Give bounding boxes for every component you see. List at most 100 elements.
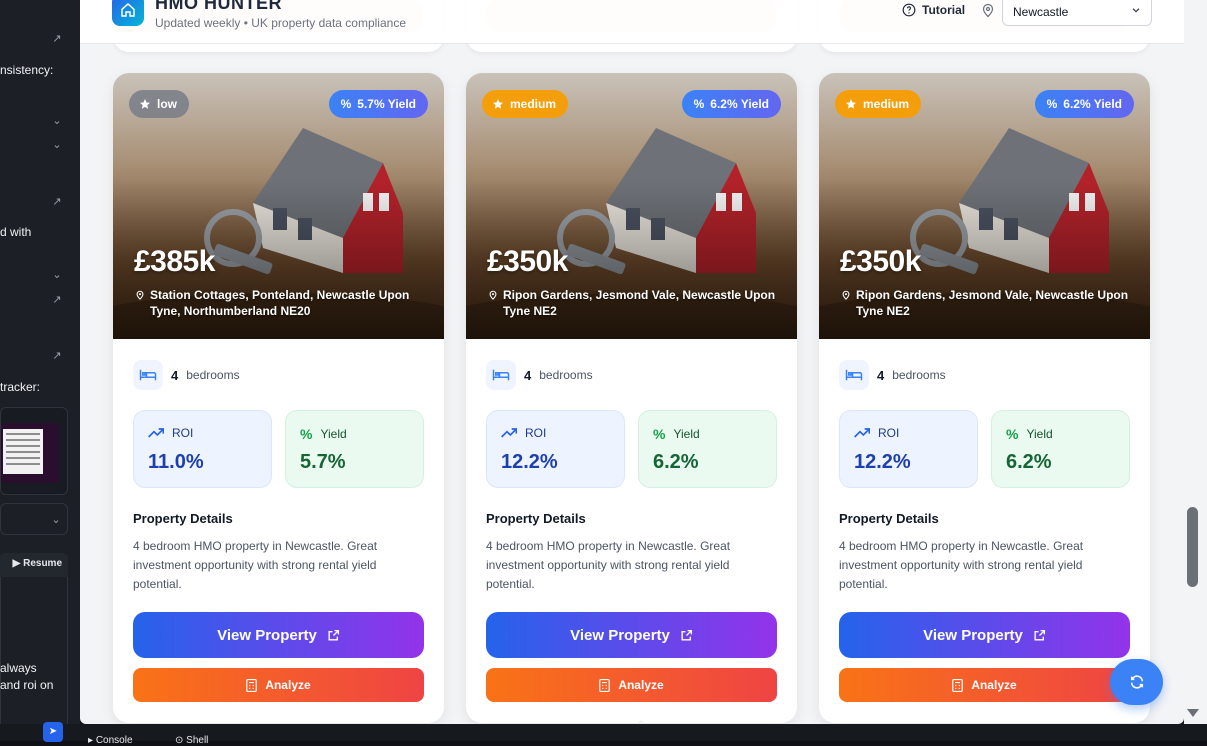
chat-snippet: always <box>0 661 37 675</box>
risk-badge: low <box>129 90 189 118</box>
property-card: low % 5.7% Yield £385k Station Cottages,… <box>113 73 444 723</box>
external-link-icon[interactable]: ↗ <box>50 293 64 307</box>
risk-label: medium <box>863 97 910 111</box>
resume-button[interactable]: ▶ Resume <box>13 558 62 569</box>
roi-value: 12.2% <box>854 451 911 473</box>
external-link-icon[interactable]: ↗ <box>50 195 64 209</box>
yield-badge: % 6.2% Yield <box>1034 90 1134 118</box>
calculator-icon <box>246 678 258 692</box>
ide-dropdown[interactable]: ⌄ <box>0 503 68 535</box>
screenshot-thumbnail[interactable] <box>0 407 68 495</box>
percent-icon: % <box>340 97 352 111</box>
property-address: Station Cottages, Ponteland, Newcastle U… <box>135 287 425 319</box>
scroll-down-arrow[interactable] <box>1187 709 1199 717</box>
risk-label: medium <box>510 97 557 111</box>
yield-value: 5.7% <box>300 451 346 473</box>
scrollbar-thumb[interactable] <box>1187 507 1198 587</box>
percent-icon: % <box>300 426 313 442</box>
trending-up-icon <box>148 428 164 438</box>
roi-metric: ROI 12.2% <box>839 410 978 488</box>
property-address: Ripon Gardens, Jesmond Vale, Newcastle U… <box>841 287 1131 319</box>
details-text: 4 bedroom HMO property in Newcastle. Gre… <box>839 539 1084 591</box>
web-preview: low % 5.7% Yield £385k Station Cottages,… <box>80 0 1184 724</box>
refresh-button[interactable] <box>1110 659 1163 705</box>
analyze-button[interactable]: Analyze <box>133 668 424 702</box>
chat-snippet: nsistency: <box>0 63 54 77</box>
yield-metric: % Yield 6.2% <box>991 410 1130 488</box>
property-image: medium % 6.2% Yield £350k Ripon Gardens,… <box>466 73 797 339</box>
chevron-down-icon[interactable]: ⌄ <box>50 268 64 282</box>
tutorial-button[interactable]: Tutorial <box>902 3 965 17</box>
yield-badge-label: 6.2% Yield <box>1063 97 1122 111</box>
map-pin-icon <box>842 290 850 300</box>
star-icon <box>140 99 150 109</box>
ide-chat-panel: ↗ nsistency: ⌄ ⌄ ↗ d with ⌄ ↗ ↗ tracker:… <box>0 0 80 741</box>
roi-value: 12.2% <box>501 451 558 473</box>
details-title: Property Details <box>486 511 586 526</box>
star-icon <box>493 99 503 109</box>
city-select[interactable]: Newcastle <box>1002 0 1152 26</box>
yield-value: 6.2% <box>1006 451 1052 473</box>
percent-icon: % <box>653 426 666 442</box>
details-text: 4 bedroom HMO property in Newcastle. Gre… <box>133 539 378 591</box>
ide-bottom-bar: ▸ Console ⊙ Shell ⌃ <box>0 720 1207 746</box>
view-property-button[interactable]: View Property <box>486 612 777 658</box>
app-title: HMO HUNTER <box>155 0 282 13</box>
yield-badge: % 5.7% Yield <box>328 90 428 118</box>
property-image: medium % 6.2% Yield £350k Ripon Gardens,… <box>819 73 1150 339</box>
external-link-icon[interactable]: ↗ <box>50 349 64 363</box>
yield-metric: % Yield 5.7% <box>285 410 424 488</box>
percent-icon: % <box>1046 97 1058 111</box>
risk-badge: medium <box>835 90 922 118</box>
calculator-icon <box>952 678 964 692</box>
help-circle-icon <box>902 3 916 17</box>
roi-metric: ROI 11.0% <box>133 410 272 488</box>
trending-up-icon <box>854 428 870 438</box>
percent-icon: % <box>1006 426 1019 442</box>
calculator-icon <box>599 678 611 692</box>
refresh-icon <box>1130 675 1143 689</box>
bed-icon <box>486 360 516 390</box>
property-address: Ripon Gardens, Jesmond Vale, Newcastle U… <box>488 287 778 319</box>
external-link-icon[interactable]: ↗ <box>50 32 64 46</box>
map-pin-icon <box>982 3 994 18</box>
chevron-down-icon[interactable]: ⌄ <box>50 114 64 128</box>
chevron-down-icon <box>1132 8 1140 13</box>
app-header: HMO HUNTER Updated weekly • UK property … <box>80 0 1184 44</box>
risk-badge: medium <box>482 90 569 118</box>
view-property-button[interactable]: View Property <box>133 612 424 658</box>
agent-status-bar: ▶ Resume <box>0 553 68 577</box>
roi-metric: ROI 12.2% <box>486 410 625 488</box>
analyze-button[interactable]: Analyze <box>839 668 1130 702</box>
property-price: £350k <box>840 245 921 278</box>
yield-badge-label: 6.2% Yield <box>710 97 769 111</box>
property-card: medium % 6.2% Yield £350k Ripon Gardens,… <box>466 73 797 723</box>
chat-snippet: tracker: <box>0 380 41 394</box>
map-pin-icon <box>136 290 144 300</box>
chat-snippet: and roi on <box>0 678 54 692</box>
send-icon[interactable]: ➤ <box>43 722 63 742</box>
analyze-button[interactable]: Analyze <box>486 668 777 702</box>
external-link-icon <box>1034 629 1045 641</box>
chat-snippet: d with <box>0 225 32 239</box>
property-price: £350k <box>487 245 568 278</box>
roi-value: 11.0% <box>148 451 204 473</box>
property-price: £385k <box>134 245 215 278</box>
percent-icon: % <box>693 97 705 111</box>
bedrooms-info: 4 bedrooms <box>133 360 240 390</box>
view-property-button[interactable]: View Property <box>839 612 1130 658</box>
page-scrollbar[interactable] <box>1184 0 1207 724</box>
yield-badge-label: 5.7% Yield <box>357 97 416 111</box>
external-link-icon <box>681 629 692 641</box>
bed-icon <box>839 360 869 390</box>
map-pin-icon <box>489 290 497 300</box>
expand-panel-icon[interactable]: ⌃ <box>637 720 645 731</box>
chevron-down-icon[interactable]: ⌄ <box>50 138 64 152</box>
property-image: low % 5.7% Yield £385k Station Cottages,… <box>113 73 444 339</box>
chevron-down-icon: ⌄ <box>51 514 61 526</box>
home-icon[interactable] <box>112 0 144 26</box>
chat-input-area[interactable] <box>0 577 68 741</box>
property-card: medium % 6.2% Yield £350k Ripon Gardens,… <box>819 73 1150 723</box>
yield-badge: % 6.2% Yield <box>681 90 781 118</box>
bedrooms-info: 4 bedrooms <box>839 360 946 390</box>
